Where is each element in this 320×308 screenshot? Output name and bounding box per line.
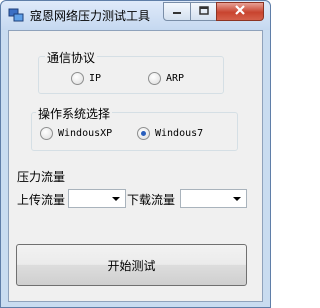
protocol-group: 通信协议 IP ARP xyxy=(38,49,224,94)
maximize-button[interactable] xyxy=(190,2,217,21)
os-group: 操作系统选择 WindousXP Windous7 xyxy=(31,105,238,151)
minimize-button[interactable] xyxy=(163,2,191,21)
protocol-group-label: 通信协议 xyxy=(45,49,98,66)
close-button[interactable] xyxy=(216,2,264,21)
chevron-down-icon xyxy=(112,197,120,201)
title-bar[interactable]: 寇恩网络压力测试工具 xyxy=(1,1,270,30)
radio-ip-label: IP xyxy=(89,73,102,84)
traffic-section-label: 压力流量 xyxy=(17,170,66,184)
radio-arp-circle[interactable] xyxy=(148,72,161,85)
radio-arp-label: ARP xyxy=(166,73,185,84)
download-traffic-label: 下载流量 xyxy=(127,193,176,207)
radio-windowsxp-label: WindousXP xyxy=(58,128,113,139)
radio-windows7-circle[interactable] xyxy=(137,127,150,140)
radio-ip-circle[interactable] xyxy=(71,72,84,85)
start-test-button[interactable]: 开始测试 xyxy=(16,244,247,286)
radio-windows7-label: Windous7 xyxy=(155,128,204,139)
network-app-icon xyxy=(8,7,24,23)
radio-windowsxp-circle[interactable] xyxy=(40,127,53,140)
maximize-icon xyxy=(198,5,209,19)
upload-traffic-label: 上传流量 xyxy=(17,193,66,207)
radio-ip[interactable]: IP xyxy=(71,72,101,85)
os-group-label: 操作系统选择 xyxy=(36,105,113,122)
app-window: 寇恩网络压力测试工具 通信协议 IP ARP 操作系统选择 WindousXP … xyxy=(0,0,271,308)
radio-arp[interactable]: ARP xyxy=(148,72,184,85)
chevron-down-icon xyxy=(233,197,241,201)
window-title: 寇恩网络压力测试工具 xyxy=(30,9,151,23)
radio-windows7[interactable]: Windous7 xyxy=(137,127,203,140)
minimize-icon xyxy=(172,5,182,19)
download-traffic-select[interactable] xyxy=(180,189,247,208)
close-icon xyxy=(234,4,246,19)
client-area: 通信协议 IP ARP 操作系统选择 WindousXP Windous7 压力… xyxy=(8,30,263,302)
upload-traffic-select[interactable] xyxy=(68,189,126,208)
radio-windowsxp[interactable]: WindousXP xyxy=(40,127,112,140)
